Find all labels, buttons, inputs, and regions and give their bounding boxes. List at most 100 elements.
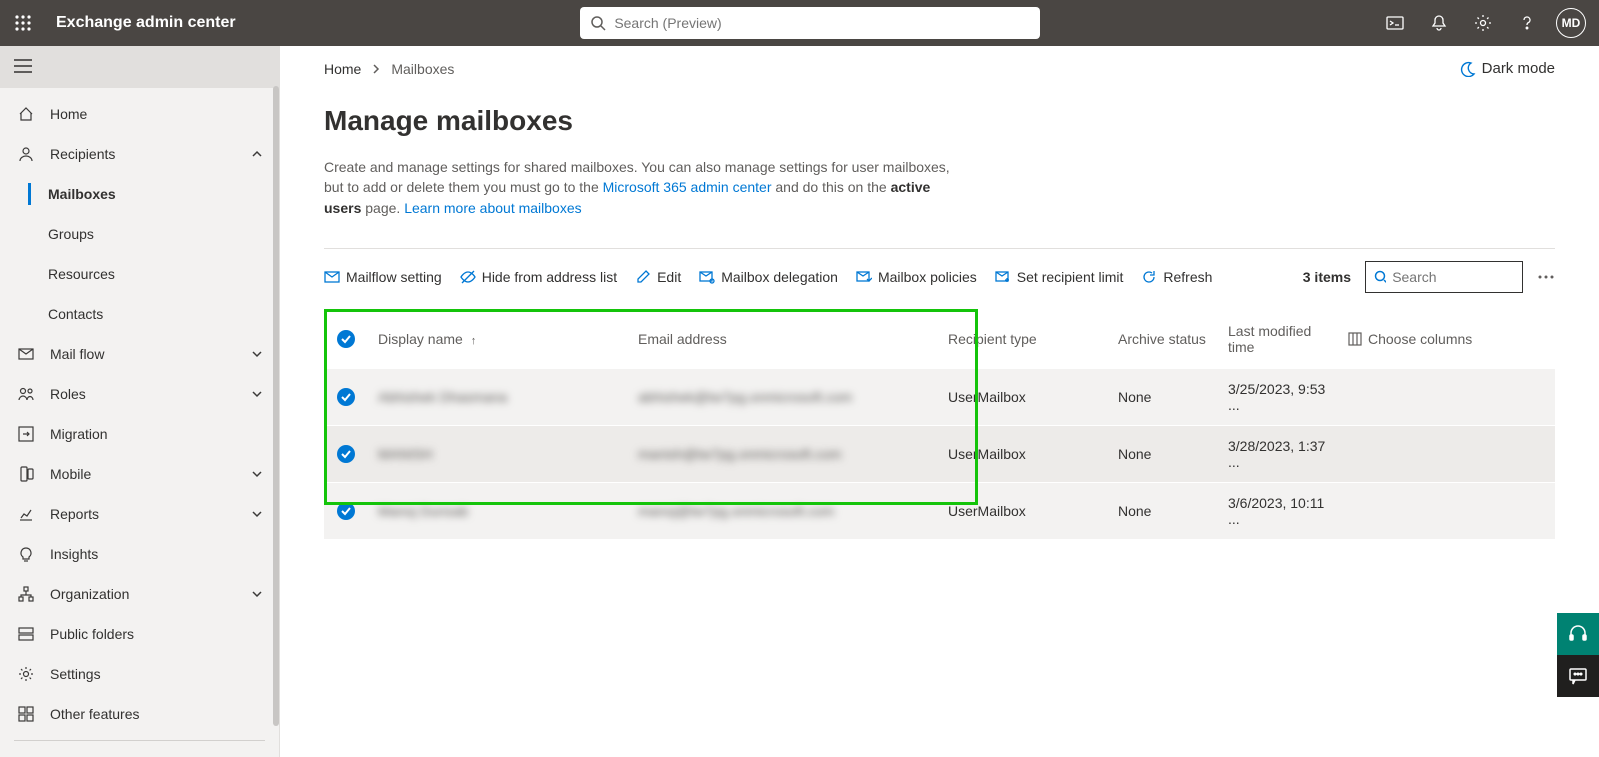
table-row[interactable]: Abhishek Dhasmana abhishek@tw7pg.onmicro… <box>324 369 1555 426</box>
table-row[interactable]: MANISH manish@tw7pg.onmicrosoft.com User… <box>324 425 1555 482</box>
table-header-row: Display name ↑ Email address Recipient t… <box>324 309 1555 369</box>
sidebar-item-migration[interactable]: Migration <box>0 414 279 454</box>
sidebar-item-resources[interactable]: Resources <box>48 254 279 294</box>
link-learn-more[interactable]: Learn more about mailboxes <box>404 200 581 216</box>
console-icon <box>1386 14 1404 32</box>
col-display-name[interactable]: Display name ↑ <box>368 309 628 369</box>
sidebar-item-reports[interactable]: Reports <box>0 494 279 534</box>
headset-tab[interactable] <box>1557 613 1599 655</box>
delegation-icon <box>699 269 715 285</box>
sidebar-item-label: Groups <box>48 226 263 242</box>
sidebar: Home Recipients Mailboxes Groups Resourc… <box>0 46 280 757</box>
cmd-mailbox-policies[interactable]: Mailbox policies <box>856 269 977 285</box>
col-email[interactable]: Email address <box>628 309 938 369</box>
global-search-box[interactable] <box>580 7 1040 39</box>
cell-recipient-type: UserMailbox <box>948 446 1026 462</box>
col-label: Last modified time <box>1228 323 1311 355</box>
gear-icon <box>18 666 34 682</box>
gear-icon <box>1474 14 1492 32</box>
sidebar-item-other-features[interactable]: Other features <box>0 694 279 734</box>
table-body: Abhishek Dhasmana abhishek@tw7pg.onmicro… <box>324 369 1555 540</box>
check-icon <box>337 330 355 348</box>
col-recipient-type[interactable]: Recipient type <box>938 309 1108 369</box>
sidebar-item-public-folders[interactable]: Public folders <box>0 614 279 654</box>
sidebar-item-classic-eac[interactable]: Classic Exchange admin center <box>0 747 279 757</box>
breadcrumb-current: Mailboxes <box>391 61 454 77</box>
global-search-input[interactable] <box>614 15 1030 31</box>
cell-email: manish@tw7pg.onmicrosoft.com <box>638 446 841 462</box>
folders-icon <box>18 626 34 642</box>
chevron-down-icon <box>251 348 263 360</box>
account-button[interactable]: MD <box>1551 0 1591 46</box>
sidebar-item-label: Mobile <box>50 466 237 482</box>
check-icon[interactable] <box>337 445 355 463</box>
sidebar-item-recipients[interactable]: Recipients <box>0 134 279 174</box>
sidebar-item-settings[interactable]: Settings <box>0 654 279 694</box>
sidebar-item-label: Mail flow <box>50 346 237 362</box>
hamburger-icon <box>14 59 32 73</box>
sidebar-item-label: Reports <box>50 506 237 522</box>
content: Manage mailboxes Create and manage setti… <box>280 77 1599 540</box>
main: Home Mailboxes Dark mode Manage mailboxe… <box>280 46 1599 757</box>
notifications-button[interactable] <box>1419 0 1459 46</box>
avatar-initials: MD <box>1562 16 1581 30</box>
app-title: Exchange admin center <box>46 14 246 32</box>
select-all-header[interactable] <box>324 309 368 369</box>
help-button[interactable] <box>1507 0 1547 46</box>
breadcrumb-home[interactable]: Home <box>324 61 361 77</box>
cell-recipient-type: UserMailbox <box>948 503 1026 519</box>
cmd-more-button[interactable] <box>1537 269 1555 285</box>
sidebar-item-label: Other features <box>50 706 263 722</box>
table-wrap: Display name ↑ Email address Recipient t… <box>324 309 1555 540</box>
check-icon[interactable] <box>337 502 355 520</box>
cmd-mailbox-delegation[interactable]: Mailbox delegation <box>699 269 838 285</box>
cmd-edit[interactable]: Edit <box>635 269 681 285</box>
link-m365-admin[interactable]: Microsoft 365 admin center <box>603 179 772 195</box>
sidebar-item-mobile[interactable]: Mobile <box>0 454 279 494</box>
cmd-mailflow-setting[interactable]: Mailflow setting <box>324 269 442 285</box>
console-button[interactable] <box>1375 0 1415 46</box>
nav-toggle-button[interactable] <box>14 59 32 76</box>
cell-archive: None <box>1118 446 1151 462</box>
sidebar-item-label: Home <box>50 106 263 122</box>
chevron-up-icon <box>251 148 263 160</box>
col-choose-columns[interactable]: Choose columns <box>1338 309 1555 369</box>
feedback-tab[interactable] <box>1557 655 1599 697</box>
sidebar-item-insights[interactable]: Insights <box>0 534 279 574</box>
sidebar-item-home[interactable]: Home <box>0 94 279 134</box>
insights-icon <box>18 546 34 562</box>
table-row[interactable]: Manoj Dunsab manoj@tw7pg.onmicrosoft.com… <box>324 482 1555 539</box>
cmd-set-recipient-limit[interactable]: Set recipient limit <box>995 269 1124 285</box>
cmd-hide-from-address-list[interactable]: Hide from address list <box>460 269 617 285</box>
sidebar-scrollbar[interactable] <box>273 46 279 757</box>
chevron-down-icon <box>251 468 263 480</box>
app-launcher-button[interactable] <box>0 0 46 46</box>
more-icon <box>1537 269 1555 285</box>
col-archive-status[interactable]: Archive status <box>1108 309 1218 369</box>
recipient-limit-icon <box>995 269 1011 285</box>
cmd-label: Set recipient limit <box>1017 269 1124 285</box>
grid-search-box[interactable] <box>1365 261 1523 293</box>
mail-icon <box>18 346 34 362</box>
sidebar-item-label: Migration <box>50 426 263 442</box>
sidebar-item-organization[interactable]: Organization <box>0 574 279 614</box>
sidebar-item-mailflow[interactable]: Mail flow <box>0 334 279 374</box>
chevron-down-icon <box>251 388 263 400</box>
grid-search-input[interactable] <box>1392 269 1514 285</box>
settings-button[interactable] <box>1463 0 1503 46</box>
check-icon[interactable] <box>337 388 355 406</box>
col-last-modified[interactable]: Last modified time <box>1218 309 1338 369</box>
cell-display-name: Abhishek Dhasmana <box>378 389 507 405</box>
sidebar-item-mailboxes[interactable]: Mailboxes <box>48 174 279 214</box>
cmd-label: Mailbox delegation <box>721 269 838 285</box>
cmd-refresh[interactable]: Refresh <box>1141 269 1212 285</box>
dark-mode-toggle[interactable]: Dark mode <box>1460 60 1555 77</box>
sidebar-item-roles[interactable]: Roles <box>0 374 279 414</box>
sidebar-item-contacts[interactable]: Contacts <box>48 294 279 334</box>
cell-modified: 3/28/2023, 1:37 ... <box>1228 438 1325 470</box>
topbar: Exchange admin center MD <box>0 0 1599 46</box>
person-icon <box>18 146 34 162</box>
page-title: Manage mailboxes <box>324 105 1555 137</box>
shell: Home Recipients Mailboxes Groups Resourc… <box>0 46 1599 757</box>
sidebar-item-groups[interactable]: Groups <box>48 214 279 254</box>
